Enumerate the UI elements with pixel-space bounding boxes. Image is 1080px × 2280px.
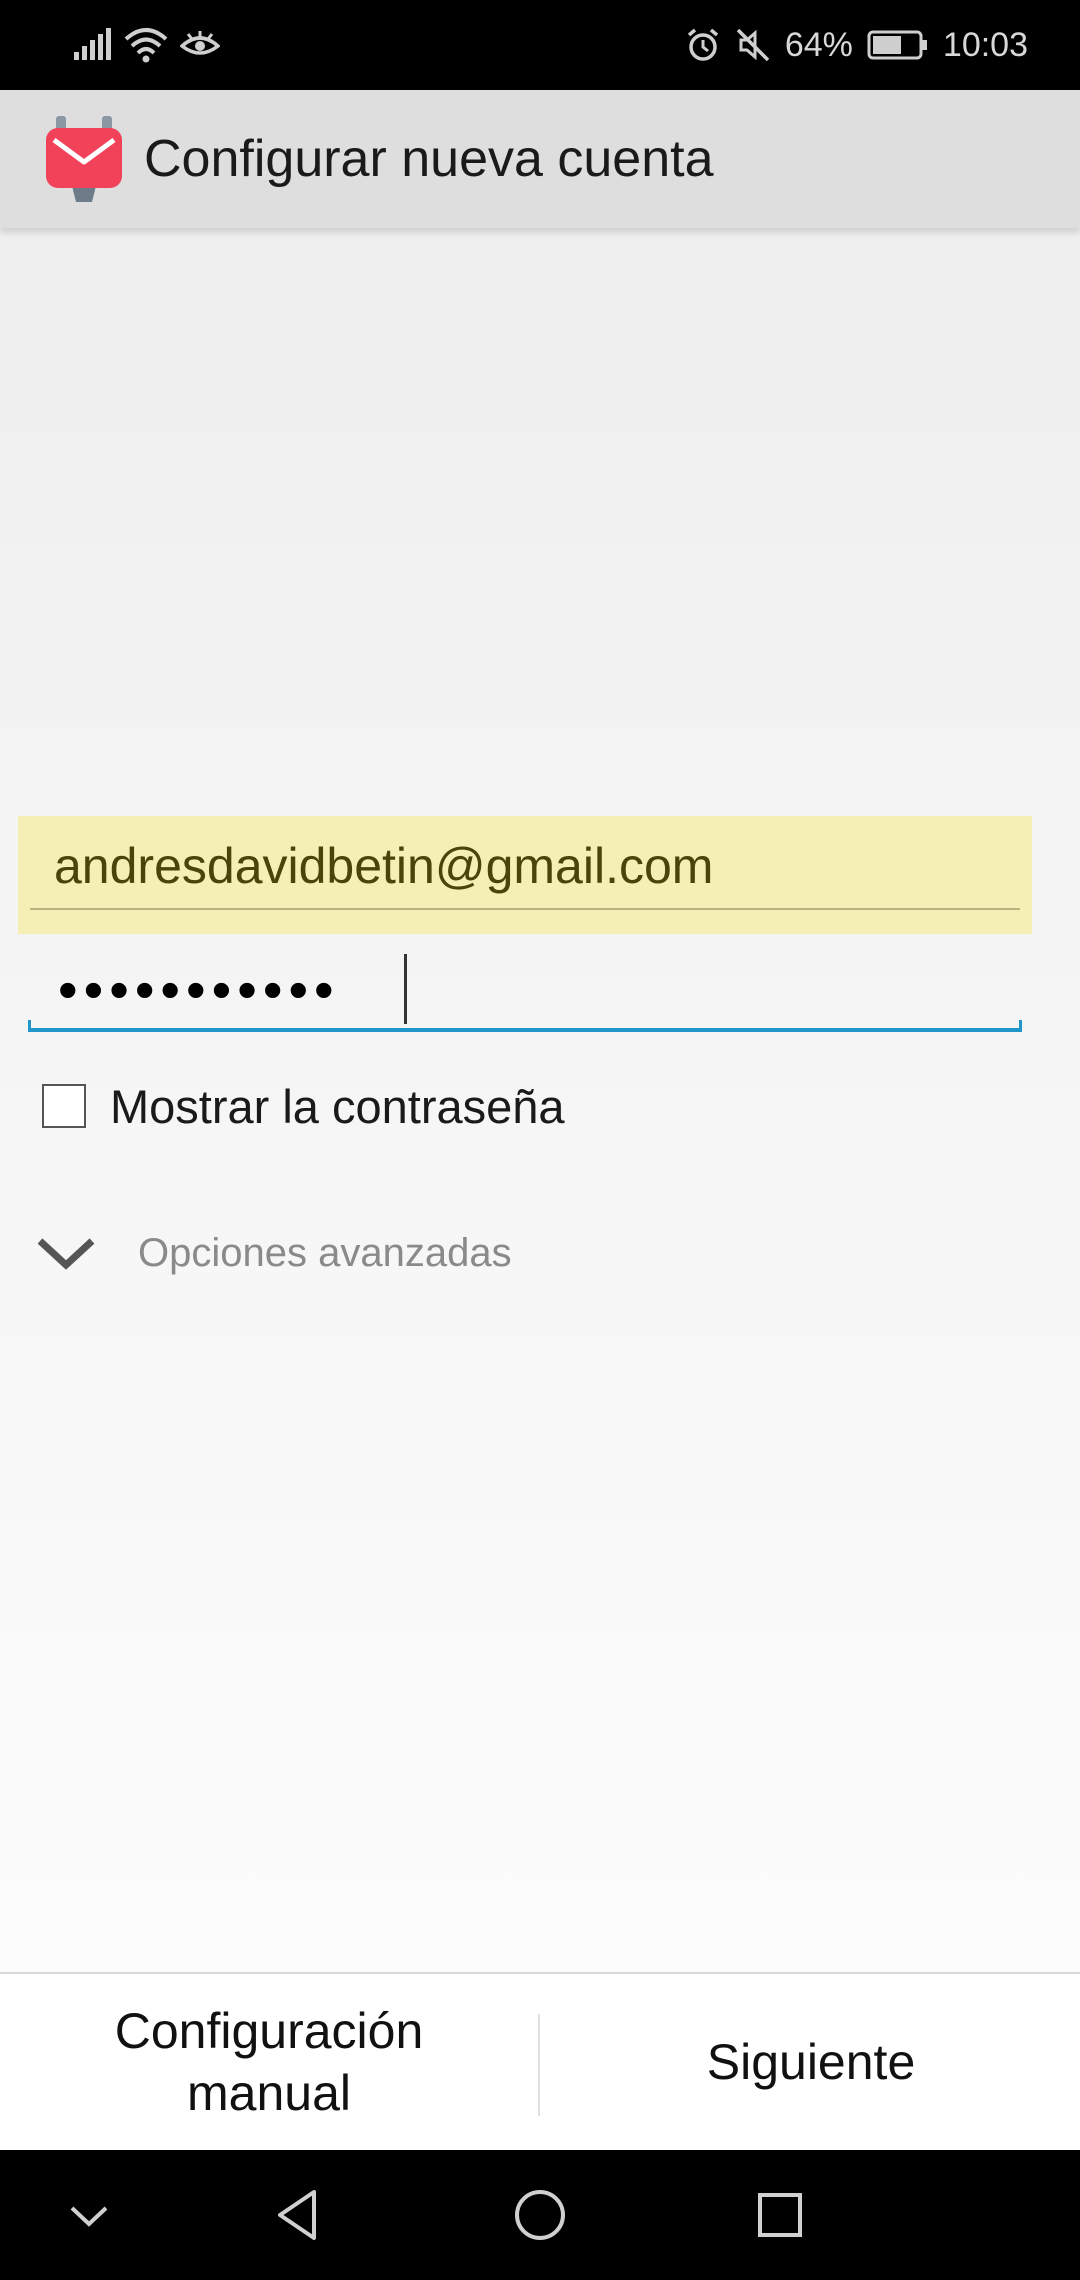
- password-field[interactable]: •••••••••••: [28, 948, 1022, 1044]
- account-setup-form: ••••••••••• Mostrar la contraseña Opcion…: [0, 228, 1080, 1972]
- alarm-icon: [687, 28, 718, 61]
- password-underline: [28, 1020, 1022, 1032]
- clock: 10:03: [942, 26, 1028, 64]
- email-field[interactable]: [30, 834, 1020, 898]
- manual-setup-button[interactable]: Configuración manual: [0, 1974, 538, 2150]
- home-icon[interactable]: [505, 2180, 575, 2250]
- bottom-action-bar: Configuración manual Siguiente: [0, 1972, 1080, 2150]
- password-masked-value: •••••••••••: [58, 958, 340, 1021]
- email-underline: [30, 908, 1020, 910]
- next-button[interactable]: Siguiente: [542, 1974, 1080, 2150]
- eye-icon: [180, 31, 220, 55]
- page-title: Configurar nueva cuenta: [144, 130, 714, 188]
- show-password-checkbox[interactable]: [42, 1084, 86, 1128]
- k9-mail-logo-icon: [46, 116, 122, 202]
- advanced-options-toggle[interactable]: Opciones avanzadas: [36, 1218, 512, 1288]
- text-caret: [404, 954, 407, 1024]
- mute-icon: [736, 28, 770, 62]
- status-left-icons: [72, 22, 220, 68]
- wifi-icon: [124, 28, 168, 63]
- show-password-toggle[interactable]: Mostrar la contraseña: [42, 1076, 565, 1136]
- email-field-container: [18, 816, 1032, 934]
- battery-icon: [867, 30, 927, 60]
- app-bar: Configurar nueva cuenta: [0, 90, 1080, 228]
- recents-icon[interactable]: [745, 2180, 815, 2250]
- status-right-icons: 64% 10:03: [685, 22, 1028, 68]
- show-password-label: Mostrar la contraseña: [110, 1079, 565, 1133]
- back-icon[interactable]: [264, 2180, 334, 2250]
- system-nav-bar: [0, 2150, 1080, 2280]
- battery-percent: 64%: [784, 26, 853, 64]
- status-bar: 64% 10:03: [0, 0, 1080, 90]
- button-divider: [538, 2014, 540, 2116]
- signal-icon: [74, 28, 111, 60]
- hide-keyboard-icon[interactable]: [54, 2180, 124, 2250]
- advanced-options-label: Opciones avanzadas: [138, 1230, 512, 1275]
- chevron-down-icon: [37, 1238, 95, 1270]
